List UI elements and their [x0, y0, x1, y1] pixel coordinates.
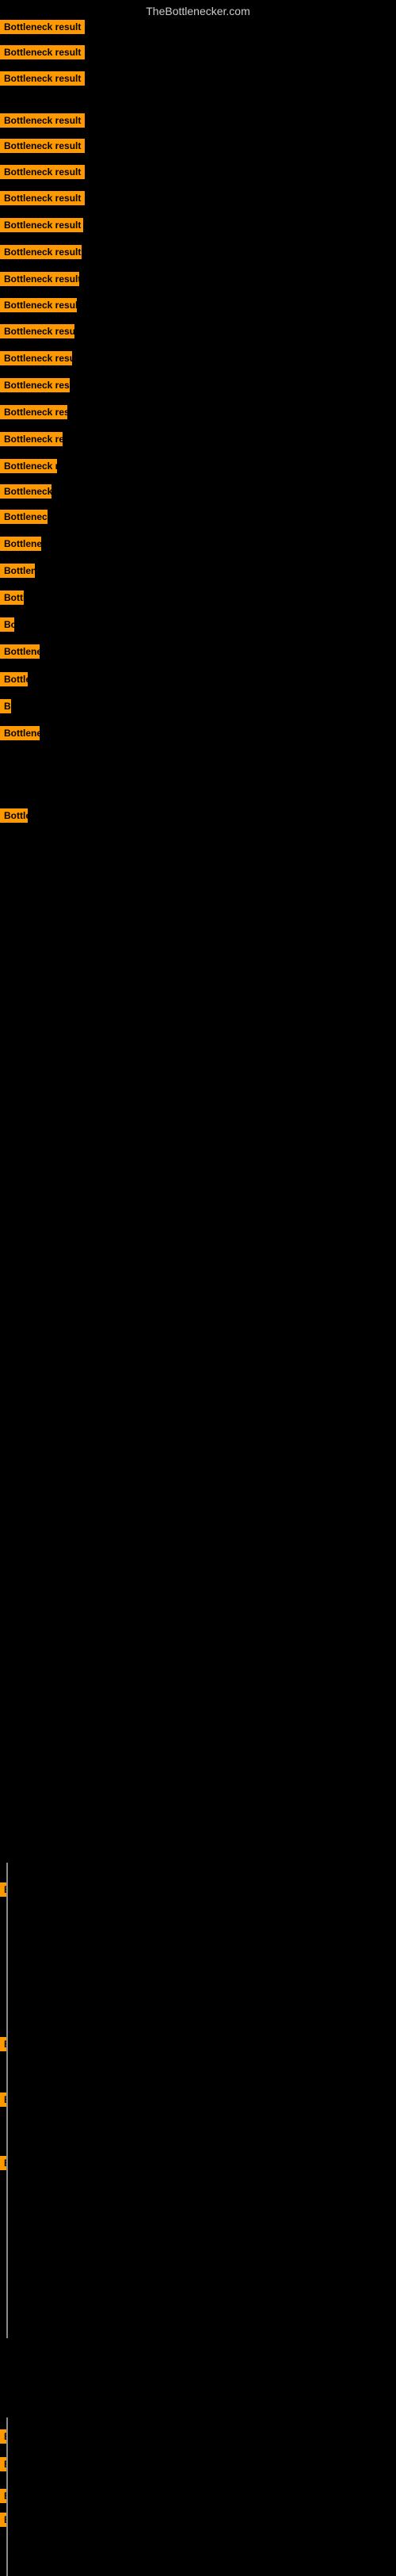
bottleneck-item-13: Bottleneck result — [0, 378, 70, 396]
bottleneck-label-23: Bottleneck result — [0, 644, 40, 659]
bottleneck-item-6: Bottleneck result — [0, 191, 85, 209]
bottleneck-label-7: Bottleneck result — [0, 218, 83, 232]
bottleneck-item-10: Bottleneck result — [0, 298, 77, 316]
bottleneck-label-27: Bottleneck result — [0, 808, 28, 823]
bottleneck-item-12: Bottleneck result — [0, 351, 72, 369]
bottleneck-item-21: Bottleneck result — [0, 590, 24, 609]
bottleneck-label-19: Bottleneck result — [0, 537, 41, 551]
bottleneck-item-11: Bottleneck result — [0, 324, 74, 342]
bottleneck-item-1: Bottleneck result — [0, 45, 85, 63]
bottleneck-label-20: Bottleneck result — [0, 564, 35, 578]
bottleneck-item-24: Bottleneck result — [0, 672, 28, 690]
bottleneck-label-17: Bottleneck result — [0, 484, 51, 499]
bottleneck-item-0: Bottleneck result — [0, 20, 85, 38]
bottleneck-item-4: Bottleneck result — [0, 139, 85, 157]
bottleneck-item-22: Bottleneck resul — [0, 617, 14, 636]
bottleneck-item-20: Bottleneck result — [0, 564, 35, 582]
bottleneck-label-1: Bottleneck result — [0, 45, 85, 59]
bottleneck-label-5: Bottleneck result — [0, 165, 85, 179]
bottleneck-label-10: Bottleneck result — [0, 298, 77, 312]
vertical-line-1 — [6, 2417, 8, 2576]
bottleneck-label-4: Bottleneck result — [0, 139, 85, 153]
bottleneck-label-9: Bottleneck result — [0, 272, 79, 286]
bottleneck-label-26: Bottleneck result — [0, 726, 40, 740]
bottleneck-item-25: Bottleneck r — [0, 699, 11, 717]
bottleneck-item-16: Bottleneck result — [0, 459, 57, 477]
bottleneck-label-3: Bottleneck result — [0, 113, 85, 128]
bottleneck-label-14: Bottleneck result — [0, 405, 67, 419]
bottleneck-label-12: Bottleneck result — [0, 351, 72, 365]
bottleneck-label-6: Bottleneck result — [0, 191, 85, 205]
bottleneck-label-2: Bottleneck result — [0, 71, 85, 86]
bottleneck-item-26: Bottleneck result — [0, 726, 40, 744]
bottleneck-label-24: Bottleneck result — [0, 672, 28, 686]
bottleneck-item-15: Bottleneck result — [0, 432, 63, 450]
bottleneck-item-27: Bottleneck result — [0, 808, 28, 827]
bottleneck-label-21: Bottleneck result — [0, 590, 24, 605]
bottleneck-item-19: Bottleneck result — [0, 537, 41, 555]
bottleneck-item-7: Bottleneck result — [0, 218, 83, 236]
bottleneck-label-15: Bottleneck result — [0, 432, 63, 446]
site-title: TheBottlenecker.com — [0, 0, 396, 21]
bottleneck-label-18: Bottleneck result — [0, 510, 48, 524]
bottleneck-label-0: Bottleneck result — [0, 20, 85, 34]
bottleneck-label-11: Bottleneck result — [0, 324, 74, 338]
bottleneck-item-8: Bottleneck result — [0, 245, 82, 263]
bottleneck-label-13: Bottleneck result — [0, 378, 70, 392]
bottleneck-label-8: Bottleneck result — [0, 245, 82, 259]
bottleneck-label-22: Bottleneck resul — [0, 617, 14, 632]
bottleneck-item-14: Bottleneck result — [0, 405, 67, 423]
vertical-line-0 — [6, 1863, 8, 2338]
bottleneck-item-18: Bottleneck result — [0, 510, 48, 528]
bottleneck-item-2: Bottleneck result — [0, 71, 85, 90]
bottleneck-label-16: Bottleneck result — [0, 459, 57, 473]
bottleneck-label-25: Bottleneck r — [0, 699, 11, 713]
bottleneck-item-23: Bottleneck result — [0, 644, 40, 663]
bottleneck-item-3: Bottleneck result — [0, 113, 85, 132]
bottleneck-item-9: Bottleneck result — [0, 272, 79, 290]
bottleneck-item-17: Bottleneck result — [0, 484, 51, 503]
bottleneck-item-5: Bottleneck result — [0, 165, 85, 183]
